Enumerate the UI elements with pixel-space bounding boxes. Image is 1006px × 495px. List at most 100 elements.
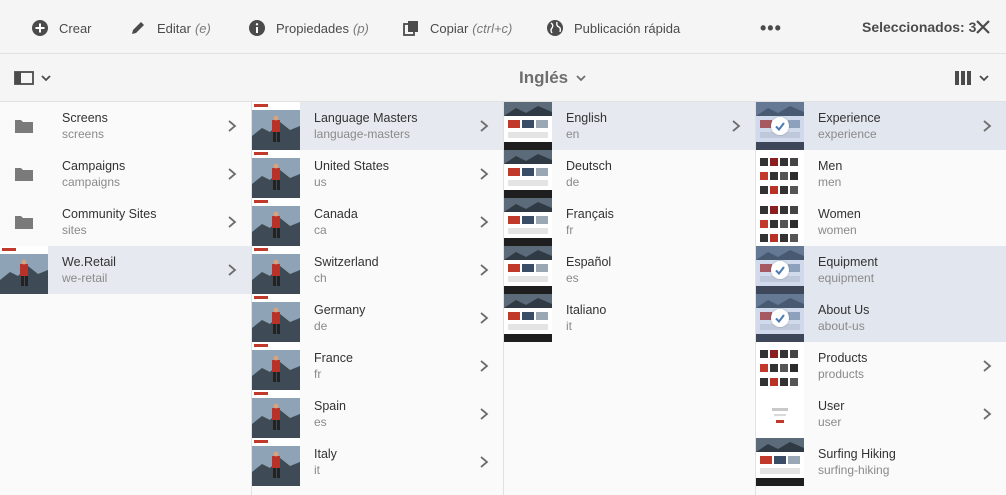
column-item-surfing-hiking[interactable]: Surfing Hiking surfing-hiking [756,438,1006,486]
page-title[interactable]: Inglés [519,68,587,88]
item-thumbnail[interactable] [252,150,300,198]
edit-button[interactable]: Editar (e) [129,17,211,39]
column-item-ca[interactable]: Canada ca [252,198,503,246]
item-thumbnail[interactable] [756,294,804,342]
item-thumbnail[interactable] [252,390,300,438]
column-item-products[interactable]: Products products [756,342,1006,390]
expand-chevron[interactable] [479,311,489,330]
item-thumbnail[interactable] [252,246,300,294]
expand-chevron[interactable] [479,119,489,138]
column-item-sites[interactable]: Community Sites sites [0,198,251,246]
column-item-ch[interactable]: Switzerland ch [252,246,503,294]
quick-publish-button[interactable]: Publicación rápida [546,17,680,39]
column-item-fr[interactable]: Français fr [504,198,755,246]
expand-chevron[interactable] [982,119,992,138]
column-item-en[interactable]: English en [504,102,755,150]
item-folder-thumbnail[interactable] [0,102,48,150]
item-thumbnail[interactable] [252,198,300,246]
item-text: Spain es [314,398,346,430]
item-name: equipment [818,271,875,285]
item-title: English [566,111,607,125]
site-thumbnail-icon [252,390,300,438]
column-item-we-retail[interactable]: We.Retail we-retail [0,246,251,294]
item-thumbnail[interactable] [252,342,300,390]
column-item-us[interactable]: United States us [252,150,503,198]
item-folder-thumbnail[interactable] [0,198,48,246]
column-item-es[interactable]: Español es [504,246,755,294]
expand-chevron[interactable] [479,167,489,186]
item-thumbnail[interactable] [756,438,804,486]
expand-chevron[interactable] [227,119,237,138]
expand-chevron[interactable] [227,167,237,186]
expand-chevron[interactable] [982,407,992,426]
item-thumbnail[interactable] [756,246,804,294]
selected-check[interactable] [771,261,789,279]
item-thumbnail[interactable] [756,198,804,246]
item-thumbnail[interactable] [756,390,804,438]
column-item-men[interactable]: Men men [756,150,1006,198]
item-thumbnail[interactable] [504,102,552,150]
more-actions-button[interactable]: ••• [760,17,782,39]
column-item-de[interactable]: Germany de [252,294,503,342]
item-thumbnail[interactable] [504,198,552,246]
close-selection-button[interactable] [974,18,992,41]
expand-chevron[interactable] [731,119,741,138]
item-thumbnail[interactable] [0,246,48,294]
chevron-right-icon [480,456,489,468]
expand-chevron[interactable] [479,407,489,426]
expand-chevron[interactable] [479,455,489,474]
item-thumbnail[interactable] [504,246,552,294]
item-thumbnail[interactable] [252,438,300,486]
chevron-right-icon [228,216,237,228]
column-item-user[interactable]: User user [756,390,1006,438]
item-text: We.Retail we-retail [62,254,116,286]
create-button[interactable]: Crear [31,17,92,39]
copy-button[interactable]: Copiar (ctrl+c) [402,17,512,39]
expand-chevron[interactable] [982,359,992,378]
item-title: Men [818,159,843,173]
item-thumbnail[interactable] [756,150,804,198]
item-title: Italy [314,447,337,461]
column-item-es[interactable]: Spain es [252,390,503,438]
selected-check[interactable] [771,117,789,135]
item-title: Spain [314,399,346,413]
column-item-about-us[interactable]: About Us about-us [756,294,1006,342]
checkmark-icon [775,314,785,324]
page-thumbnail-icon [756,198,804,246]
column-item-it[interactable]: Italiano it [504,294,755,342]
column-item-it[interactable]: Italy it [252,438,503,486]
expand-chevron[interactable] [479,263,489,282]
expand-chevron[interactable] [479,359,489,378]
column-item-experience[interactable]: Experience experience [756,102,1006,150]
item-thumbnail[interactable] [252,102,300,150]
item-name: es [314,415,327,429]
column-item-campaigns[interactable]: Campaigns campaigns [0,150,251,198]
item-name: fr [314,367,322,381]
column-item-equipment[interactable]: Equipment equipment [756,246,1006,294]
expand-chevron[interactable] [227,263,237,282]
item-thumbnail[interactable] [252,294,300,342]
selected-check[interactable] [771,309,789,327]
view-switcher-button[interactable] [954,70,990,86]
column-3: English en Deutsch de Français fr Español es Ita… [504,102,756,495]
expand-chevron[interactable] [479,215,489,234]
item-thumbnail[interactable] [504,150,552,198]
column-item-women[interactable]: Women women [756,198,1006,246]
column-item-de[interactable]: Deutsch de [504,150,755,198]
item-name: screens [62,127,105,141]
item-title: We.Retail [62,255,116,269]
item-thumbnail[interactable] [756,342,804,390]
expand-chevron[interactable] [227,215,237,234]
item-thumbnail[interactable] [756,102,804,150]
column-item-fr[interactable]: France fr [252,342,503,390]
properties-button[interactable]: Propiedades (p) [248,17,369,39]
item-thumbnail[interactable] [504,294,552,342]
column-item-language-masters[interactable]: Language Masters language-masters [252,102,503,150]
rail-toggle-button[interactable] [14,70,52,86]
item-name: about-us [818,319,865,333]
item-folder-thumbnail[interactable] [0,150,48,198]
site-thumbnail-icon [252,294,300,342]
properties-shortcut: (p) [353,20,369,36]
column-item-screens[interactable]: Screens screens [0,102,251,150]
chevron-right-icon [480,360,489,372]
